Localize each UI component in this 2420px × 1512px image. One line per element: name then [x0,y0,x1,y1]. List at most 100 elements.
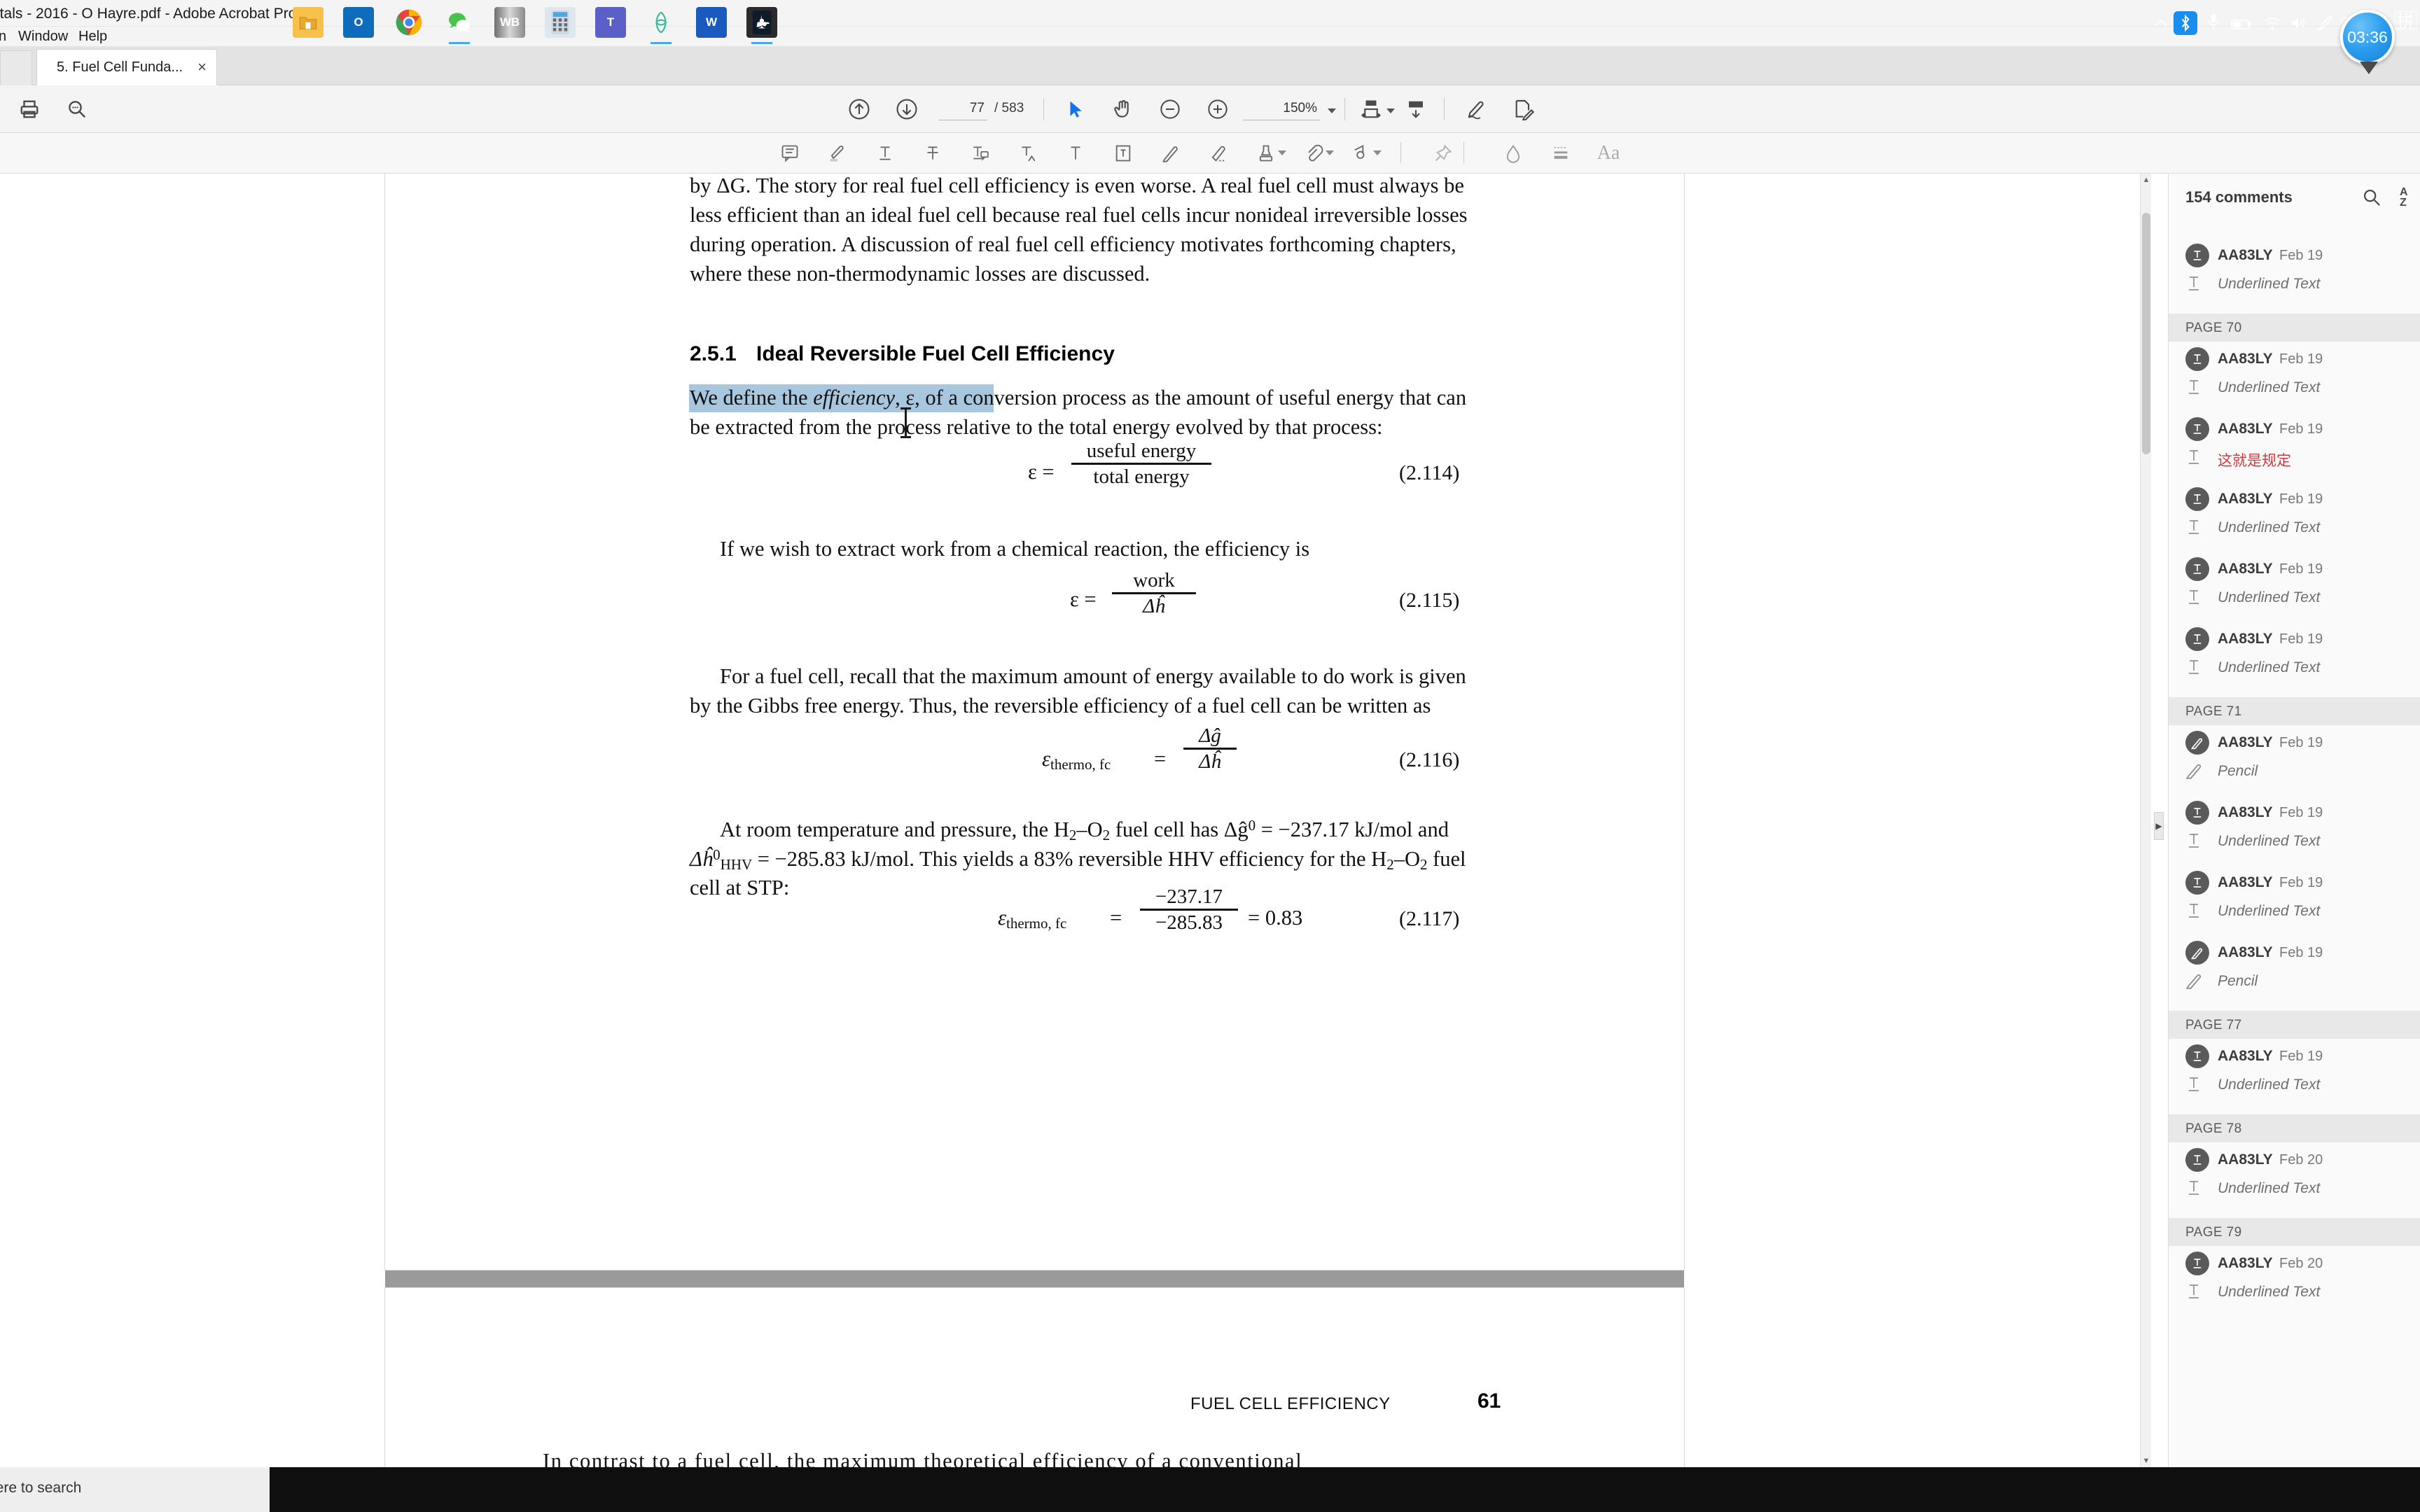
previous-page-icon[interactable] [845,95,873,123]
taskbar-app-adobe-acrobat[interactable]: ♣ [746,7,777,38]
comment-date: Feb 19 [2279,875,2323,890]
scroll-down-icon[interactable]: ▼ [2141,1455,2152,1467]
taskbar-search-box[interactable]: here to search [0,1467,270,1512]
eq-2117-lhs: εthermo, fc [998,907,1066,931]
wifi-icon[interactable] [2263,14,2281,32]
comment-item[interactable]: AA83LY Feb 19 Pencil [2169,941,2420,1011]
search-icon[interactable] [2362,188,2381,211]
comment-item[interactable]: AA83LY Feb 19 Underlined Text [2169,627,2420,697]
comment-author: AA83LY [2218,874,2273,890]
scrollbar-thumb[interactable] [2142,213,2150,454]
eq-2116-equals: = [1154,747,1167,771]
chevron-up-icon[interactable] [2153,14,2169,32]
eq-2116-epsilon: ε [1042,747,1051,771]
tab-home[interactable] [0,50,32,85]
zoom-out-icon[interactable] [1156,95,1184,123]
pencil-icon [2185,762,2206,783]
strikethrough-text-icon[interactable] [918,139,947,168]
chevron-down-icon-attach[interactable] [1326,150,1334,155]
stp-2b: = −285.83 kJ/mol. This yields a 83% reve… [752,847,1387,871]
sticky-note-icon[interactable] [775,139,805,168]
menu-item-window[interactable]: Window [18,29,68,45]
insert-text-icon[interactable] [1013,139,1043,168]
comment-item[interactable]: AA83LY Feb 19 Underlined Text [2169,801,2420,871]
chevron-down-icon-audio[interactable] [1373,150,1382,155]
menu-item-help[interactable]: Help [78,29,107,45]
main-toolbar: 77 / 583 150% [0,85,2420,133]
underline-text-icon[interactable] [870,139,900,168]
ime-pinyin-indicator[interactable]: 拼 [2395,11,2417,31]
chevron-down-icon-stamp[interactable] [1278,150,1286,155]
document-viewport[interactable]: by ΔG. The story for real fuel cell effi… [0,174,2150,1467]
fit-width-icon[interactable] [1357,95,1385,123]
comment-item[interactable]: AA83LY Feb 19 Underlined Text [2169,347,2420,417]
comment-item[interactable]: AA83LY Feb 19 Underlined Text [2169,1044,2420,1114]
taskbar-app-onenote-style[interactable] [646,7,676,38]
comment-item[interactable]: AA83LY Feb 19 Underlined Text [2169,557,2420,627]
comments-list[interactable]: Underlined Text AA83LY Feb 19 Underlined Te… [2169,221,2420,1467]
taskbar-app-wb[interactable]: WB [494,7,525,38]
add-text-comment-icon[interactable] [1061,139,1090,168]
chevron-down-icon-fit[interactable] [1386,108,1395,113]
taskbar-app-wechat[interactable] [444,7,475,38]
close-icon[interactable]: × [197,59,207,76]
pin-icon[interactable] [1428,139,1458,168]
comment-item[interactable]: AA83LY Feb 20 Underlined Text [2169,1148,2420,1218]
tab-document[interactable]: 5. Fuel Cell Funda... × [36,49,217,85]
sign-icon[interactable] [1463,95,1491,123]
scroll-mode-icon[interactable] [1402,95,1430,123]
replace-text-icon[interactable] [966,139,995,168]
running-head: FUEL CELL EFFICIENCY [1190,1394,1391,1413]
microphone-icon[interactable] [2206,13,2221,31]
line-thickness-icon[interactable] [1546,139,1576,168]
menu-item-truncated[interactable]: n [0,29,6,45]
pen-icon[interactable] [2316,14,2333,32]
bluetooth-icon[interactable] [2174,11,2197,35]
comment-item[interactable]: AA83LY Feb 19 这就是规定 [2169,417,2420,487]
comment-item[interactable]: AA83LY Feb 20 Underlined Text [2169,1252,2420,1322]
taskbar-app-file-explorer[interactable] [293,7,324,38]
fill-and-sign-icon[interactable] [1509,95,1537,123]
text-properties-icon[interactable]: Aa [1594,139,1623,168]
color-fill-icon[interactable] [1498,139,1528,168]
text-box-icon[interactable] [1108,139,1138,168]
page-number-input[interactable]: 77 [938,101,987,120]
panel-collapse-handle[interactable]: ▶ [2154,812,2164,840]
comments-page-separator: PAGE 70 [2169,314,2420,342]
hand-tool-icon[interactable] [1109,95,1137,123]
acrobat-window: ntals - 2016 - O Hayre.pdf - Adobe Acrob… [0,0,2420,1512]
floating-timer-widget[interactable]: 03:36 [2340,10,2395,64]
document-scrollbar[interactable]: ▲ ▼ [2140,174,2151,1467]
record-audio-icon[interactable] [1347,139,1376,168]
comment-author: AA83LY [2218,631,2273,647]
stp-1b: –O [1076,818,1103,841]
highlight-text-icon[interactable] [823,139,852,168]
chevron-down-icon[interactable] [1328,108,1336,113]
volume-icon[interactable] [2290,14,2308,32]
comment-item[interactable]: AA83LY Feb 19 Underlined Text [2169,871,2420,941]
eq-2117-rhs: = 0.83 [1248,906,1303,930]
eq-2115-numerator: work [1133,569,1175,592]
taskbar-app-outlook[interactable]: O [343,7,374,38]
taskbar-app-word[interactable]: W [696,7,727,38]
taskbar-app-chrome[interactable] [394,7,424,38]
comment-item[interactable]: AA83LY Feb 19 Underlined Text [2169,487,2420,557]
taskbar-app-teams[interactable]: T [595,7,626,38]
draw-free-form-icon[interactable] [1156,139,1185,168]
comment-item[interactable]: AA83LY Feb 19 Pencil [2169,731,2420,801]
battery-icon[interactable] [2231,15,2252,34]
search-icon[interactable] [63,95,91,123]
comment-item[interactable]: AA83LY Feb 19 Underlined Text [2169,244,2420,314]
select-tool-icon[interactable] [1062,95,1090,123]
sort-az-icon[interactable]: AZ [2400,187,2408,209]
scroll-up-icon[interactable]: ▲ [2141,174,2152,186]
taskbar-app-calculator[interactable] [545,7,576,38]
print-icon[interactable] [15,95,43,123]
zoom-level-input[interactable]: 150% [1243,101,1320,120]
stamp-icon[interactable] [1251,139,1281,168]
next-page-icon[interactable] [893,95,921,123]
attach-file-icon[interactable] [1299,139,1328,168]
zoom-in-icon[interactable] [1204,95,1232,123]
eq-2115-fraction: work Δĥ [1112,570,1196,617]
erase-icon[interactable] [1204,139,1233,168]
